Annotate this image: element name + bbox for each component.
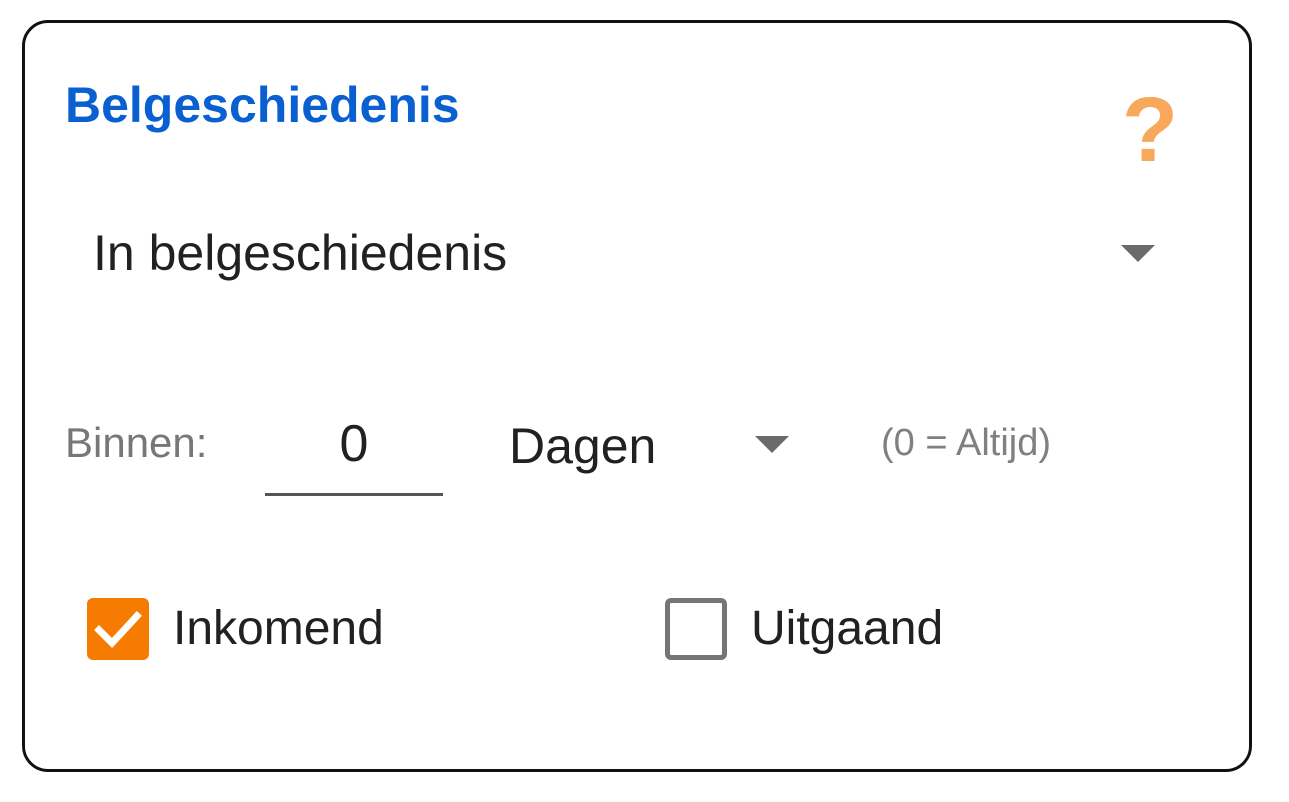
card-title: Belgeschiedenis: [65, 77, 460, 133]
within-label: Binnen:: [65, 419, 208, 466]
outgoing-checkbox[interactable]: Uitgaand: [665, 593, 1005, 663]
call-history-card: Belgeschiedenis ? In belgeschiedenis Bin…: [22, 20, 1252, 772]
within-days-value: 0: [339, 415, 369, 473]
time-unit-value: Dagen: [509, 418, 657, 474]
within-hint: (0 = Altijd): [881, 422, 1052, 464]
incoming-checkbox[interactable]: Inkomend: [87, 593, 427, 663]
checkmark-icon: [94, 611, 142, 649]
within-days-input[interactable]: 0: [265, 403, 443, 496]
history-dropdown-value: In belgeschiedenis: [93, 225, 508, 281]
time-unit-dropdown[interactable]: Dagen: [509, 408, 799, 488]
checkbox-unchecked-icon[interactable]: [665, 598, 727, 660]
help-question-icon[interactable]: ?: [1115, 84, 1185, 176]
outgoing-label: Uitgaand: [751, 602, 944, 655]
history-dropdown[interactable]: In belgeschiedenis: [65, 213, 1165, 293]
checkbox-checked-icon[interactable]: [87, 598, 149, 660]
dropdown-arrow-icon: [755, 436, 789, 453]
incoming-label: Inkomend: [173, 602, 384, 655]
dropdown-arrow-icon: [1121, 245, 1155, 262]
